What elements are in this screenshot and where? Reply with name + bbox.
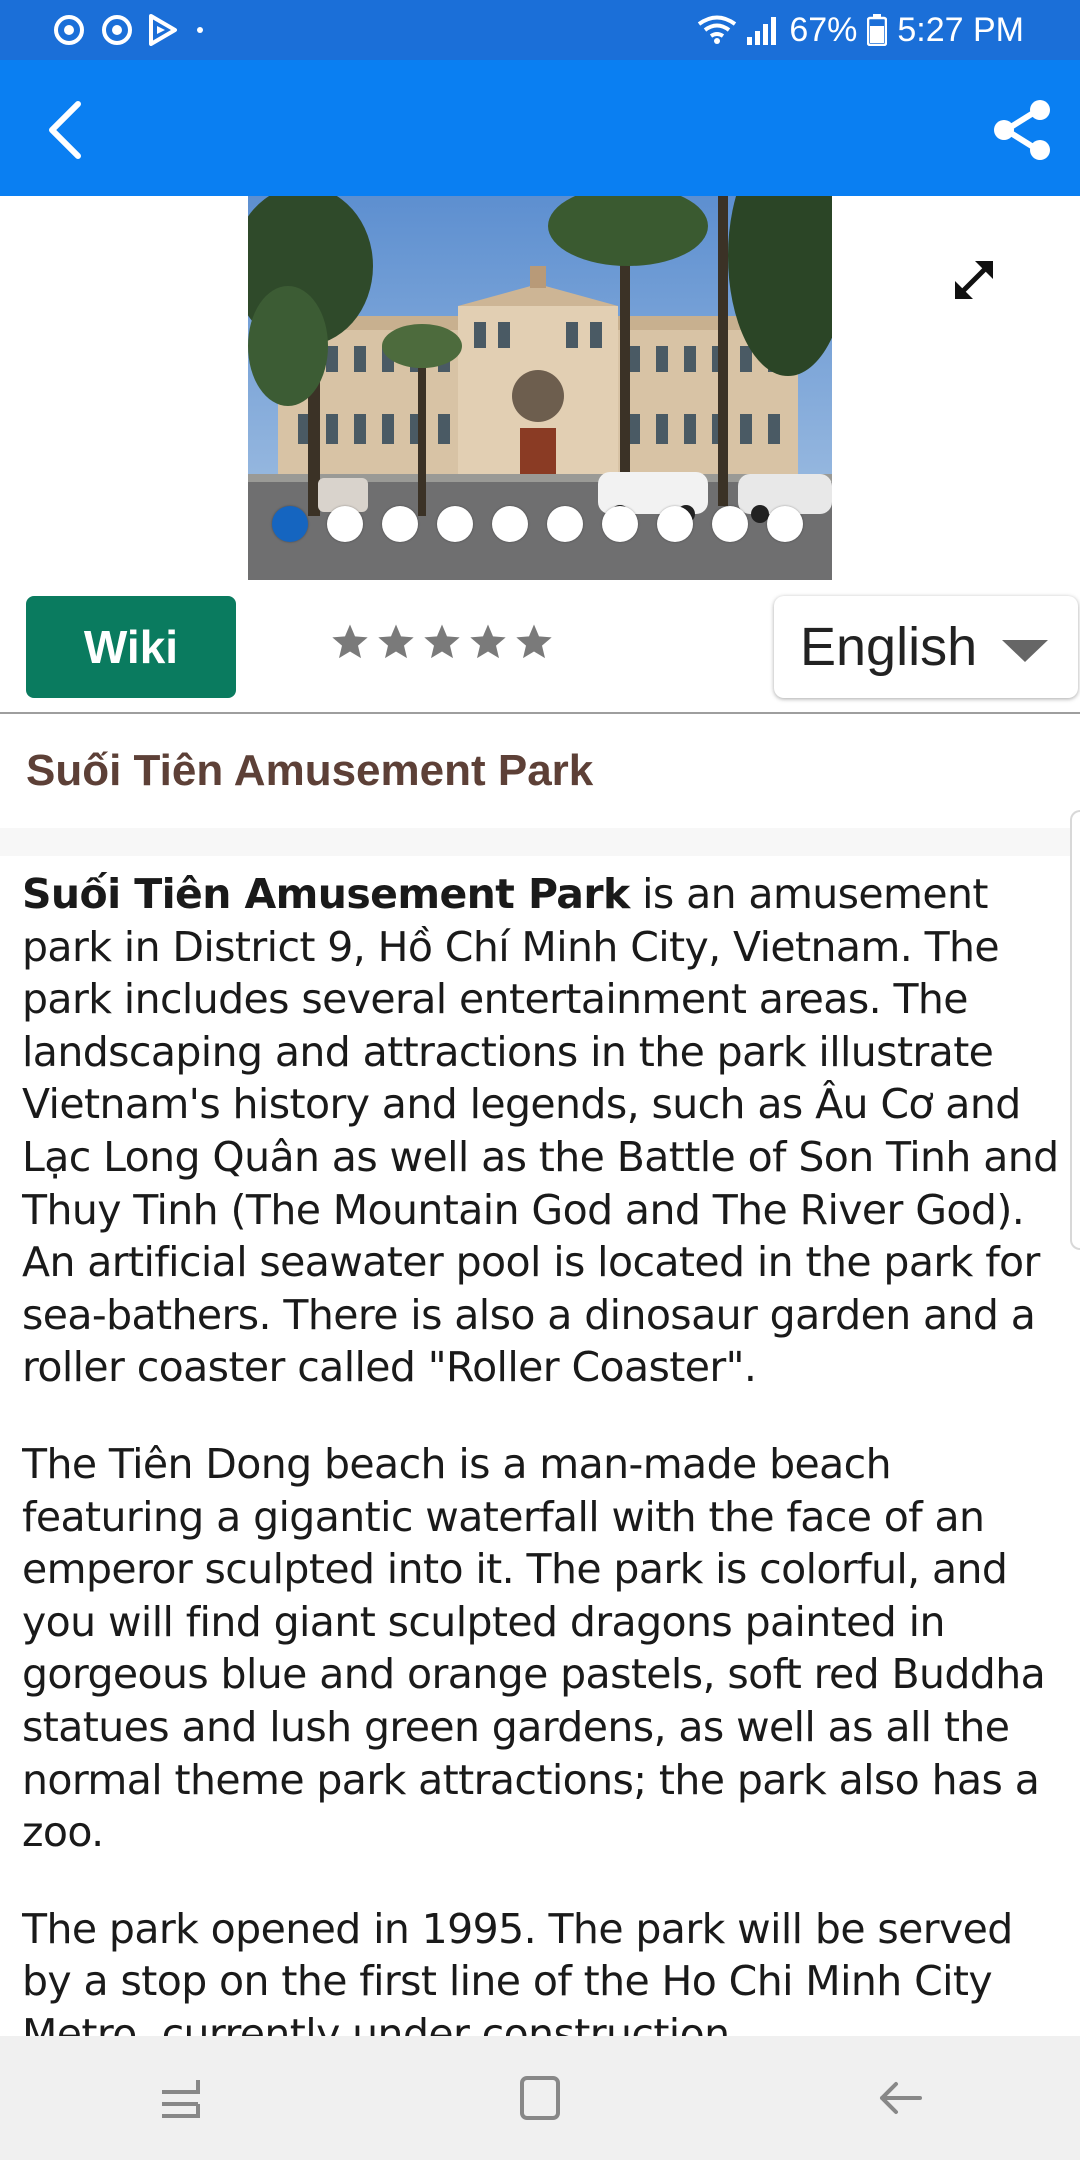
pager-dot[interactable] bbox=[602, 506, 638, 542]
app-bar bbox=[0, 60, 1080, 196]
expand-icon bbox=[955, 261, 993, 299]
status-system: 67% 5:27 PM bbox=[697, 11, 1024, 50]
play-store-icon bbox=[148, 14, 178, 46]
pager-dot[interactable] bbox=[547, 506, 583, 542]
pager-dot[interactable] bbox=[712, 506, 748, 542]
notification-app-icon bbox=[52, 13, 86, 47]
back-button[interactable] bbox=[26, 92, 102, 168]
pager-dot[interactable] bbox=[437, 506, 473, 542]
status-notifications bbox=[52, 13, 208, 47]
pager-dots[interactable] bbox=[272, 506, 803, 542]
pager-dot[interactable] bbox=[657, 506, 693, 542]
rating-stars[interactable] bbox=[330, 622, 554, 662]
divider bbox=[0, 828, 1080, 856]
pager-dot[interactable] bbox=[327, 506, 363, 542]
pager-dot[interactable] bbox=[382, 506, 418, 542]
recent-apps-button[interactable] bbox=[135, 2053, 225, 2143]
back-arrow-icon bbox=[880, 2082, 922, 2114]
star-icon[interactable] bbox=[422, 622, 462, 662]
page-title: Suối Tiên Amusement Park bbox=[26, 746, 594, 795]
clock: 5:27 PM bbox=[897, 10, 1024, 49]
star-icon[interactable] bbox=[376, 622, 416, 662]
scrollbar[interactable] bbox=[1070, 810, 1080, 1250]
article-paragraph-text: is an amusement park in District 9, Hồ C… bbox=[22, 870, 1059, 1392]
action-row: Wiki English bbox=[0, 580, 1080, 714]
article-body: Suối Tiên Amusement Park is an amusement… bbox=[22, 868, 1062, 2036]
chevron-left-icon bbox=[49, 101, 81, 159]
language-selected-value: English bbox=[800, 617, 978, 677]
pager-dot[interactable] bbox=[767, 506, 803, 542]
article-paragraph: The park opened in 1995. The park will b… bbox=[22, 1904, 1013, 2036]
star-icon[interactable] bbox=[330, 622, 370, 662]
star-icon[interactable] bbox=[468, 622, 508, 662]
pager-dot[interactable] bbox=[272, 506, 308, 542]
battery-icon bbox=[867, 14, 888, 46]
language-dropdown[interactable]: English bbox=[774, 596, 1078, 698]
article-paragraph: The Tiên Dong beach is a man-made beach … bbox=[22, 1439, 1046, 1857]
notification-app-icon bbox=[100, 13, 134, 47]
recent-apps-icon bbox=[162, 2080, 200, 2118]
status-bar: 67% 5:27 PM bbox=[0, 0, 1080, 60]
wiki-button[interactable]: Wiki bbox=[26, 596, 236, 698]
signal-icon bbox=[747, 15, 779, 45]
wifi-icon bbox=[697, 15, 737, 45]
image-gallery[interactable] bbox=[0, 196, 1080, 580]
home-button[interactable] bbox=[495, 2053, 585, 2143]
title-section: Suối Tiên Amusement Park bbox=[0, 716, 1080, 828]
article-subject-bold: Suối Tiên Amusement Park bbox=[22, 870, 630, 918]
home-icon bbox=[520, 2076, 560, 2120]
share-button[interactable] bbox=[984, 92, 1060, 168]
star-icon[interactable] bbox=[514, 622, 554, 662]
battery-percent: 67% bbox=[789, 10, 858, 49]
dot-icon bbox=[192, 22, 208, 38]
share-icon bbox=[994, 100, 1050, 160]
expand-button[interactable] bbox=[944, 250, 1004, 310]
system-back-button[interactable] bbox=[855, 2053, 945, 2143]
chevron-down-icon bbox=[1002, 640, 1048, 662]
system-navigation-bar bbox=[0, 2036, 1080, 2160]
article-paragraph: Suối Tiên Amusement Park is an amusement… bbox=[22, 868, 1062, 1394]
pager-dot[interactable] bbox=[492, 506, 528, 542]
